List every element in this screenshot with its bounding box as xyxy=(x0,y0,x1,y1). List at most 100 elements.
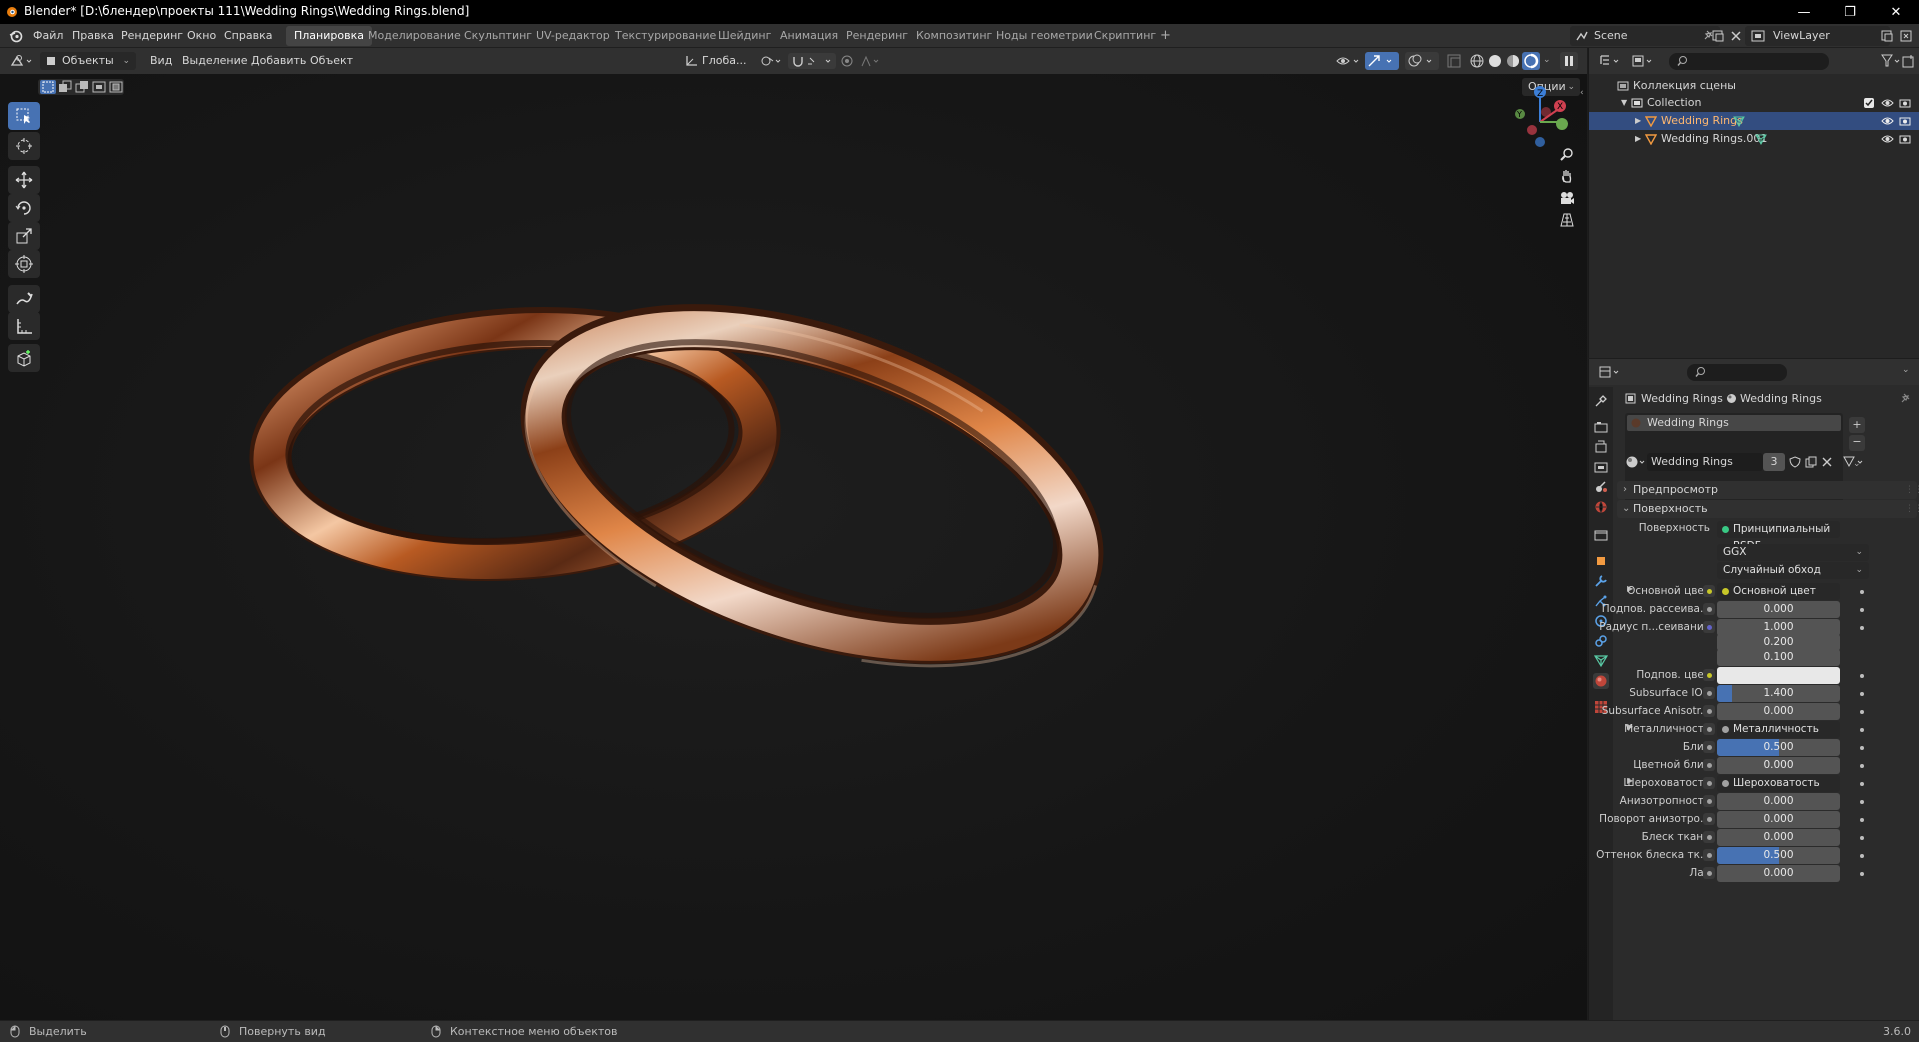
socket-link-icon[interactable] xyxy=(1703,867,1715,879)
material-preview-icon[interactable] xyxy=(1505,53,1521,69)
surface-shader-field[interactable]: Принципиальный BSDF xyxy=(1717,521,1840,552)
linked-input-field[interactable]: Металличность xyxy=(1717,721,1840,738)
numeric-input-field[interactable]: 0.000 xyxy=(1717,793,1840,810)
add-workspace-button[interactable]: + xyxy=(1152,26,1179,46)
socket-link-icon[interactable] xyxy=(1703,687,1715,699)
3d-viewport[interactable]: Опции ⌄ Z X Y ‹ xyxy=(0,74,1587,1020)
socket-link-icon[interactable] xyxy=(1703,621,1715,633)
socket-link-icon[interactable] xyxy=(1703,705,1715,717)
object-tab-icon[interactable] xyxy=(1593,553,1609,569)
camera-render-icon[interactable] xyxy=(1899,115,1911,127)
tab-modeling[interactable]: Моделирование xyxy=(360,26,469,46)
shading-options-chevron-icon[interactable]: ⌄ xyxy=(1543,55,1551,65)
menu-object[interactable]: Объект xyxy=(310,52,353,70)
outliner-row-scene-collection[interactable]: Коллекция сцены xyxy=(1589,77,1919,95)
overlays-toggle-icon[interactable] xyxy=(1405,52,1439,70)
pause-render-icon[interactable] xyxy=(1560,52,1578,70)
properties-editor-icon[interactable] xyxy=(1599,365,1621,379)
subsurface-method-dropdown[interactable]: Случайный обход ⌄ xyxy=(1717,562,1869,579)
eye-icon[interactable] xyxy=(1881,115,1894,127)
scene-selector[interactable]: Scene xyxy=(1570,26,1720,46)
socket-link-icon[interactable] xyxy=(1703,669,1715,681)
scene-tab-icon[interactable] xyxy=(1593,479,1609,495)
menu-view[interactable]: Вид xyxy=(150,52,172,70)
numeric-input-field[interactable]: 0.100 xyxy=(1717,649,1840,666)
perspective-toggle-icon[interactable] xyxy=(1555,208,1579,232)
gizmo-toggle-icon[interactable] xyxy=(1365,52,1399,70)
socket-link-icon[interactable] xyxy=(1703,777,1715,789)
browse-material-icon[interactable] xyxy=(1625,455,1647,469)
socket-link-icon[interactable] xyxy=(1703,603,1715,615)
menu-select[interactable]: Выделение xyxy=(182,52,248,70)
eye-icon[interactable] xyxy=(1881,97,1894,109)
keyframe-dot-icon[interactable] xyxy=(1860,728,1864,732)
drag-handle-icon[interactable]: ⋮⋮ xyxy=(1905,500,1919,518)
minimize-button[interactable]: — xyxy=(1781,0,1827,24)
numeric-input-field[interactable]: 0.000 xyxy=(1717,601,1840,618)
editor-type-icon[interactable] xyxy=(10,53,34,69)
blender-menu-icon[interactable] xyxy=(9,29,23,43)
keyframe-dot-icon[interactable] xyxy=(1860,692,1864,696)
tab-uv-editing[interactable]: UV-редактор xyxy=(528,26,618,46)
outliner-row-wedding-rings-001[interactable]: ▶ Wedding Rings.001 xyxy=(1589,130,1919,148)
keyframe-dot-icon[interactable] xyxy=(1860,764,1864,768)
menu-help[interactable]: Справка xyxy=(224,29,272,42)
keyframe-dot-icon[interactable] xyxy=(1860,800,1864,804)
outliner-search-input[interactable] xyxy=(1669,53,1829,70)
new-collection-icon[interactable] xyxy=(1902,54,1916,68)
outliner-row-collection[interactable]: ▼ Collection xyxy=(1589,94,1919,112)
add-slot-icon[interactable]: + xyxy=(1849,417,1865,433)
tab-rendering[interactable]: Рендеринг xyxy=(838,26,916,46)
tab-animation[interactable]: Анимация xyxy=(772,26,846,46)
zoom-view-icon[interactable] xyxy=(1555,142,1579,166)
link-mode-icon[interactable] xyxy=(1843,455,1867,469)
material-slot-item[interactable]: Wedding Rings xyxy=(1627,415,1841,431)
visibility-filter-icon[interactable] xyxy=(1335,53,1361,69)
socket-link-icon[interactable] xyxy=(1703,795,1715,807)
numeric-input-field[interactable]: 0.500 xyxy=(1717,847,1840,864)
tab-shading[interactable]: Шейдинг xyxy=(710,26,779,46)
menu-window[interactable]: Окно xyxy=(187,29,216,42)
tab-geometry-nodes[interactable]: Ноды геометрии xyxy=(988,26,1101,46)
modifier-tab-icon[interactable] xyxy=(1593,573,1609,589)
material-tab-icon[interactable] xyxy=(1593,673,1609,689)
close-button[interactable]: ✕ xyxy=(1873,0,1919,24)
color-swatch-field[interactable] xyxy=(1717,667,1840,684)
tool-tab-icon[interactable] xyxy=(1593,393,1609,409)
unlink-material-icon[interactable] xyxy=(1821,456,1833,468)
numeric-input-field[interactable]: 0.000 xyxy=(1717,757,1840,774)
surface-panel-header[interactable]: ⌄ Поверхность ⋮⋮ xyxy=(1617,500,1919,518)
sidebar-toggle-icon[interactable]: ‹ xyxy=(1580,88,1584,98)
view-layer-tab-icon[interactable] xyxy=(1593,459,1609,475)
pin-icon[interactable] xyxy=(1900,392,1911,404)
solid-shading-icon[interactable] xyxy=(1487,53,1503,69)
filter-icon[interactable] xyxy=(1881,54,1901,68)
new-scene-icon[interactable] xyxy=(1711,29,1725,43)
keyframe-dot-icon[interactable] xyxy=(1860,854,1864,858)
preview-panel-header[interactable]: › Предпросмотр ⋮⋮ xyxy=(1617,481,1919,499)
expand-arrow-icon[interactable]: ▶ xyxy=(1635,130,1641,148)
material-name-field[interactable]: Wedding Rings xyxy=(1647,453,1763,471)
camera-render-icon[interactable] xyxy=(1899,133,1911,145)
keyframe-dot-icon[interactable] xyxy=(1860,836,1864,840)
menu-file[interactable]: Файл xyxy=(33,29,63,42)
eye-icon[interactable] xyxy=(1881,133,1894,145)
expand-arrow-icon[interactable]: ▶ xyxy=(1635,112,1641,130)
fake-user-shield-icon[interactable] xyxy=(1789,456,1801,468)
keyframe-dot-icon[interactable] xyxy=(1860,626,1864,630)
keyframe-dot-icon[interactable] xyxy=(1860,710,1864,714)
menu-add[interactable]: Добавить xyxy=(251,52,306,70)
keyframe-dot-icon[interactable] xyxy=(1860,782,1864,786)
render-tab-icon[interactable] xyxy=(1593,419,1609,435)
material-users-count[interactable]: 3 xyxy=(1763,453,1785,471)
keyframe-dot-icon[interactable] xyxy=(1860,608,1864,612)
socket-link-icon[interactable] xyxy=(1703,723,1715,735)
new-view-layer-icon[interactable] xyxy=(1880,29,1894,43)
snap-toggle-icon[interactable] xyxy=(788,53,836,69)
expand-arrow-icon[interactable]: ▼ xyxy=(1621,94,1627,112)
numeric-input-field[interactable]: 0.000 xyxy=(1717,811,1840,828)
collection-tab-icon[interactable] xyxy=(1593,527,1609,543)
camera-view-icon[interactable] xyxy=(1555,186,1579,210)
linked-input-field[interactable]: Шероховатость xyxy=(1717,775,1840,792)
socket-link-icon[interactable] xyxy=(1703,849,1715,861)
